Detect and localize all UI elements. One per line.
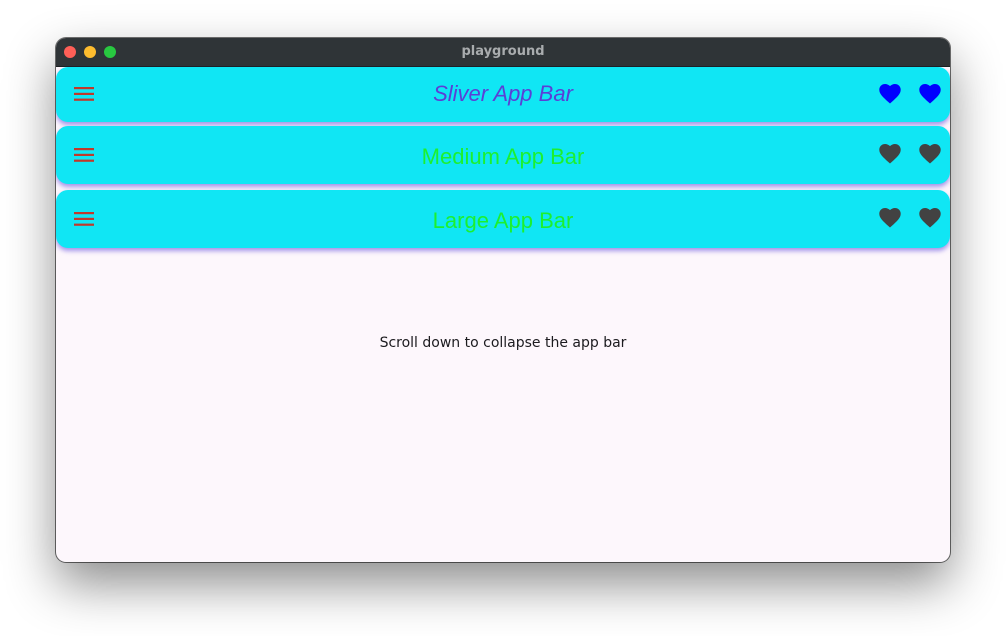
favorite-icon — [919, 208, 941, 228]
favorite-button[interactable] — [879, 208, 901, 228]
favorite-button[interactable] — [919, 84, 941, 104]
sliver-app-bar: Sliver App Bar — [56, 67, 950, 122]
favorite-icon — [919, 84, 941, 104]
favorite-icon — [879, 208, 901, 228]
window-title: playground — [461, 44, 545, 59]
sliver-app-bar-title: Sliver App Bar — [433, 81, 573, 106]
medium-app-bar-title: Medium App Bar — [421, 144, 585, 169]
app-window: playground Sliver App Bar Medium App Bar… — [56, 38, 950, 562]
favorite-button[interactable] — [879, 84, 901, 104]
title-bar[interactable]: playground — [56, 38, 950, 67]
large-app-bar-title: Large App Bar — [432, 208, 574, 233]
app-content: Sliver App Bar Medium App Bar Large App … — [56, 67, 950, 562]
favorite-button[interactable] — [919, 144, 941, 164]
scroll-hint-text: Scroll down to collapse the app bar — [379, 335, 627, 351]
favorite-icon — [879, 84, 901, 104]
favorite-button[interactable] — [919, 208, 941, 228]
medium-app-bar: Medium App Bar — [56, 126, 950, 184]
large-app-bar: Large App Bar — [56, 190, 950, 248]
favorite-icon — [919, 144, 941, 164]
favorite-icon — [879, 144, 901, 164]
favorite-button[interactable] — [879, 144, 901, 164]
